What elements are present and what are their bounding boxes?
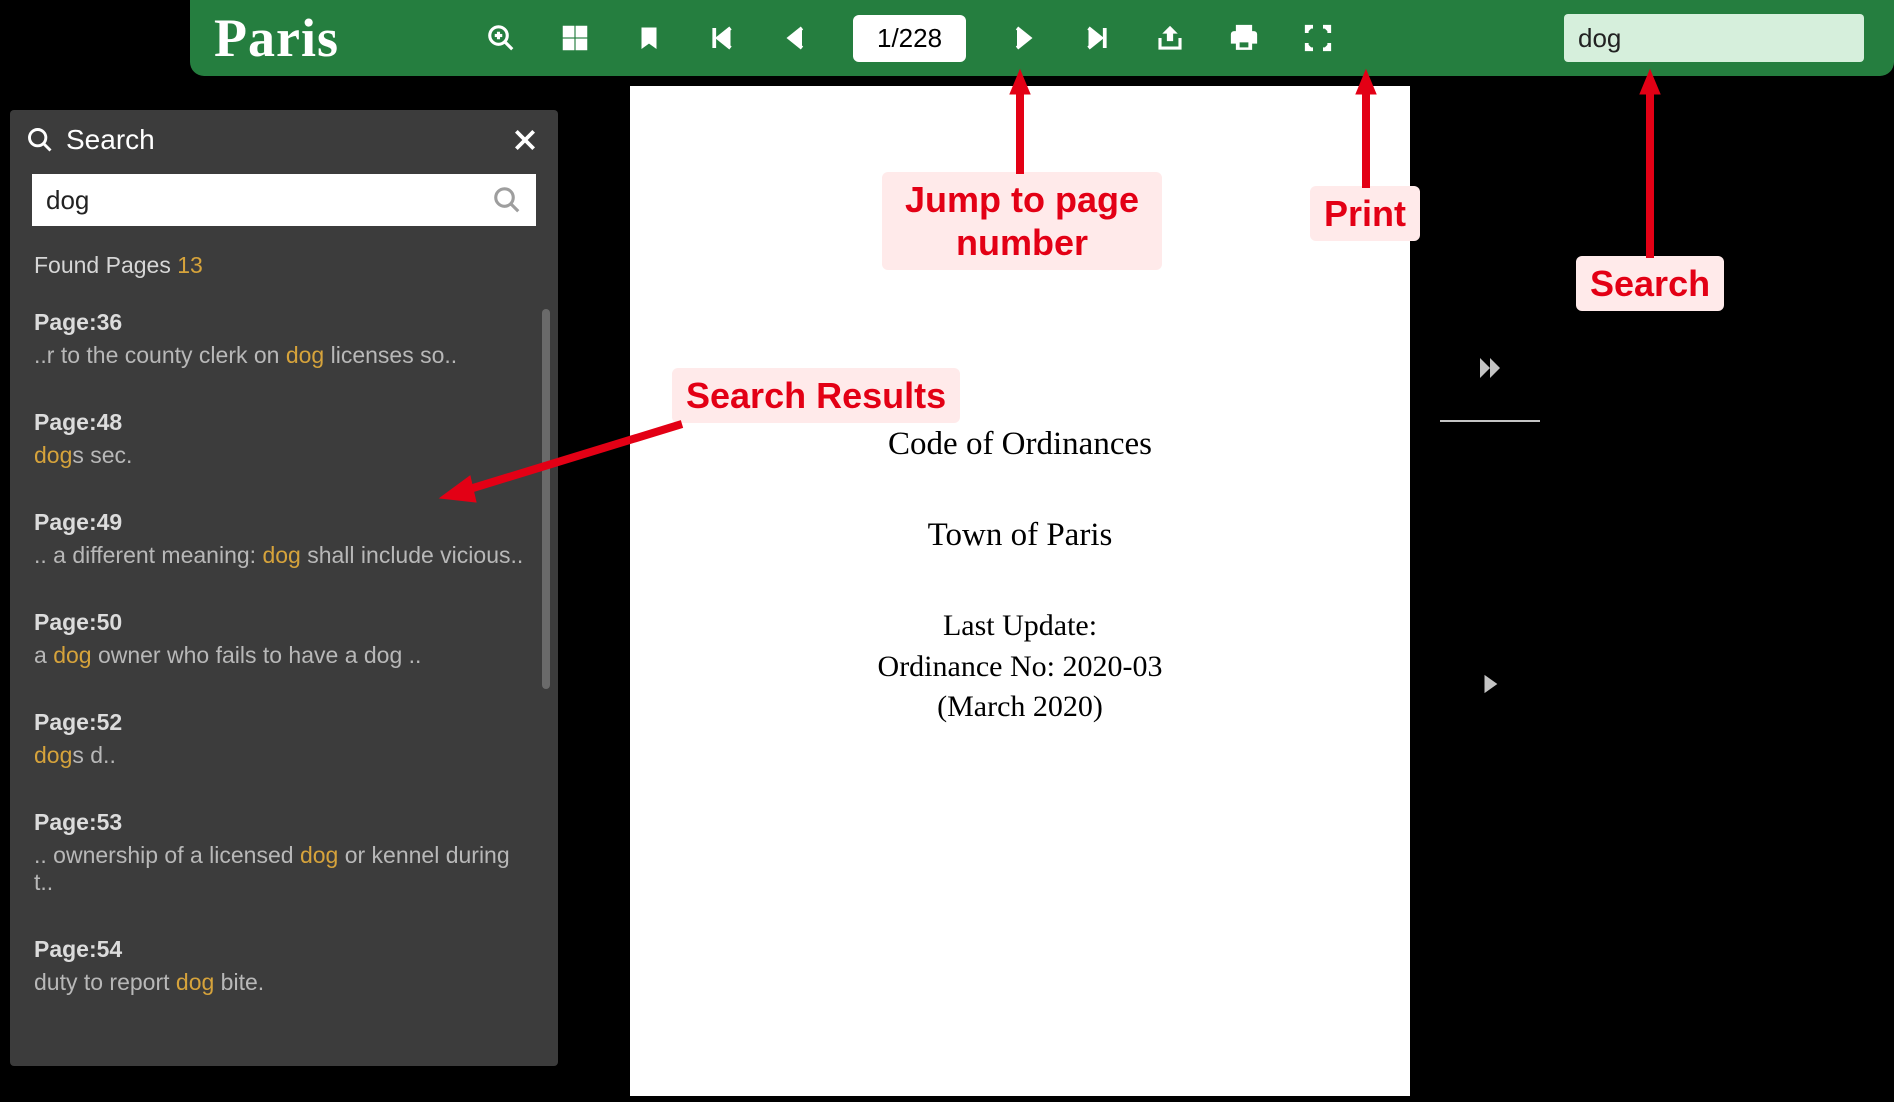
search-icon[interactable] bbox=[492, 185, 522, 215]
fullscreen-icon[interactable] bbox=[1300, 20, 1336, 56]
anno-jump: Jump to page number bbox=[882, 172, 1162, 270]
arrow-icon bbox=[1356, 70, 1376, 188]
search-result[interactable]: Page:52dogs d.. bbox=[34, 709, 534, 769]
search-icon bbox=[26, 126, 54, 154]
close-icon[interactable] bbox=[512, 127, 538, 153]
search-result[interactable]: Page:49.. a different meaning: dog shall… bbox=[34, 509, 534, 569]
first-page-icon[interactable] bbox=[705, 20, 741, 56]
divider bbox=[1440, 420, 1540, 422]
book-next-spread-icon[interactable] bbox=[1470, 348, 1510, 388]
doc-subtitle: Town of Paris bbox=[630, 517, 1410, 554]
search-result[interactable]: Page:54duty to report dog bite. bbox=[34, 936, 534, 996]
results-list: Page:36..r to the county clerk on dog li… bbox=[10, 303, 558, 1066]
doc-info: Last Update: Ordinance No: 2020-03 (Marc… bbox=[630, 606, 1410, 728]
book-next-page-icon[interactable] bbox=[1470, 664, 1510, 704]
anno-search: Search bbox=[1576, 256, 1724, 311]
anno-print: Print bbox=[1310, 186, 1420, 241]
anno-results: Search Results bbox=[672, 368, 960, 423]
prev-page-icon[interactable] bbox=[779, 20, 815, 56]
brand-logo: Paris bbox=[214, 7, 339, 69]
doc-title: Code of Ordinances bbox=[630, 426, 1410, 463]
next-page-icon[interactable] bbox=[1004, 20, 1040, 56]
last-page-icon[interactable] bbox=[1078, 20, 1114, 56]
panel-search-input[interactable] bbox=[46, 185, 492, 216]
toolbar-search-box[interactable] bbox=[1564, 14, 1864, 62]
thumbnails-icon[interactable] bbox=[557, 20, 593, 56]
toolbar-search-input[interactable] bbox=[1578, 23, 1894, 54]
panel-title: Search bbox=[66, 124, 512, 156]
search-result[interactable]: Page:50a dog owner who fails to have a d… bbox=[34, 609, 534, 669]
print-icon[interactable] bbox=[1226, 20, 1262, 56]
bookmark-icon[interactable] bbox=[631, 20, 667, 56]
search-result[interactable]: Page:36..r to the county clerk on dog li… bbox=[34, 309, 534, 369]
search-panel: Search Found Pages 13 Page:36..r to the … bbox=[10, 110, 558, 1066]
top-toolbar: Paris 1/228 bbox=[190, 0, 1894, 76]
search-result[interactable]: Page:53.. ownership of a licensed dog or… bbox=[34, 809, 534, 896]
page-number-input[interactable]: 1/228 bbox=[853, 15, 966, 62]
arrow-icon bbox=[430, 420, 690, 510]
arrow-icon bbox=[1010, 70, 1030, 174]
arrow-icon bbox=[1640, 70, 1660, 258]
zoom-in-icon[interactable] bbox=[483, 20, 519, 56]
share-icon[interactable] bbox=[1152, 20, 1188, 56]
found-count-row: Found Pages 13 bbox=[10, 238, 558, 303]
panel-search-box[interactable] bbox=[32, 174, 536, 226]
